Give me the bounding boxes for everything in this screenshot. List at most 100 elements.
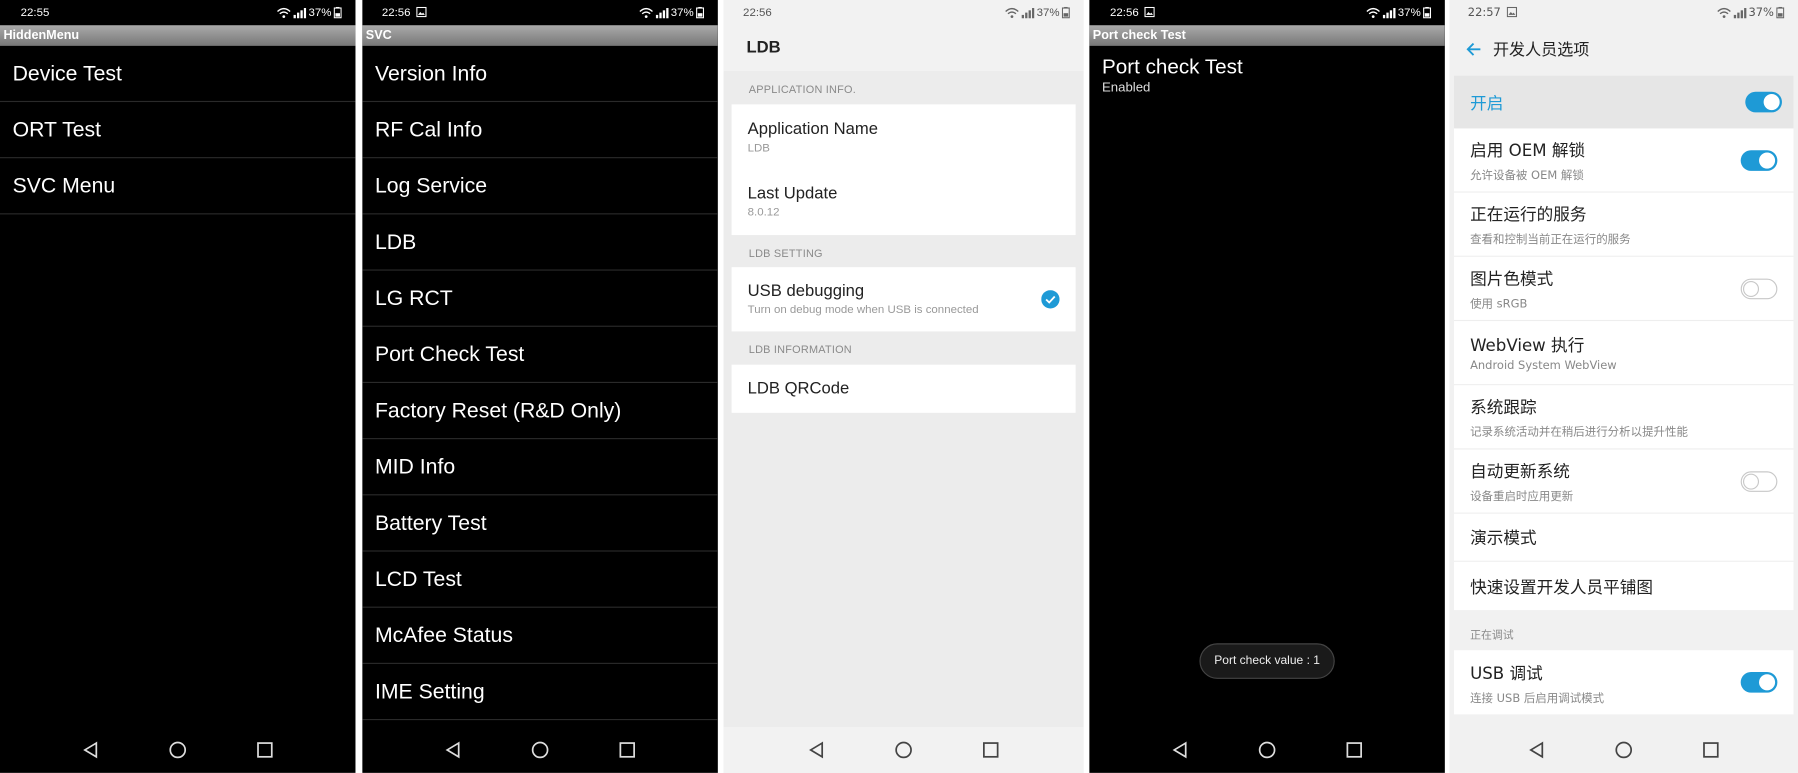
menu-item-mcafee-status[interactable]: McAfee Status — [362, 608, 718, 664]
usb-debugging-item[interactable]: USB 调试 连接 USB 后启用调试模式 — [1454, 650, 1794, 715]
home-icon[interactable] — [1258, 741, 1276, 759]
last-update-item[interactable]: Last Update 8.0.12 — [732, 170, 1076, 234]
system-tracing-title: 系统跟踪 — [1470, 399, 1537, 418]
title-bar: Port check Test — [1089, 25, 1445, 46]
menu-item-ime-setting[interactable]: IME Setting — [362, 664, 718, 721]
picture-color-mode-item[interactable]: 图片色模式 使用 sRGB — [1454, 256, 1794, 322]
auto-update-item[interactable]: 自动更新系统 设备重启时应用更新 — [1454, 449, 1794, 514]
menu-item-lcd-test[interactable]: LCD Test — [362, 552, 718, 608]
menu-item-ort-test[interactable]: ORT Test — [0, 102, 356, 159]
back-icon[interactable] — [1527, 741, 1545, 759]
menu-item-version-info[interactable]: Version Info — [362, 46, 718, 103]
menu-item-device-test[interactable]: Device Test — [0, 46, 356, 103]
menu-item-log-service[interactable]: Log Service — [362, 158, 718, 215]
system-tracing-item[interactable]: 系统跟踪 记录系统活动并在稍后进行分析以提升性能 — [1454, 385, 1794, 450]
usb-debugging-item[interactable]: USB debugging Turn on debug mode when US… — [732, 267, 1076, 331]
battery-level: 37% — [1748, 6, 1774, 19]
nav-bar — [1449, 727, 1798, 773]
signal-icon — [655, 8, 669, 19]
usb-debugging-label: USB debugging — [747, 282, 865, 301]
menu-item-battery-test[interactable]: Battery Test — [362, 495, 718, 552]
port-check-item[interactable]: Port check Test Enabled — [1089, 46, 1444, 101]
last-update-label: Last Update — [747, 184, 838, 203]
battery-icon — [696, 6, 705, 19]
menu-item-factory-reset[interactable]: Factory Reset (R&D Only) — [362, 383, 718, 440]
menu-item-lg-rct[interactable]: LG RCT — [362, 271, 718, 327]
screen-developer-options: 22:57 37% 开发人员选项 开启 启用 OEM 解锁允许设备被 OEM 解… — [1449, 0, 1798, 773]
master-toggle[interactable] — [1745, 91, 1782, 113]
image-icon — [1506, 6, 1517, 17]
image-icon — [1144, 6, 1155, 17]
title-bar: SVC — [362, 25, 718, 46]
home-icon[interactable] — [169, 741, 187, 759]
wifi-icon — [277, 7, 291, 19]
ldb-information-card: LDB QRCode — [731, 364, 1076, 413]
screen-hidden-menu: 22:55 37% HiddenMenu Device Test ORT Tes… — [0, 0, 356, 773]
quick-settings-tiles-item[interactable]: 快速设置开发人员平铺图 — [1454, 561, 1794, 611]
screen-port-check-test: 22:56 37% Port check Test Port check Tes… — [1089, 0, 1445, 773]
menu-item-port-check-test[interactable]: Port Check Test — [362, 327, 718, 383]
status-bar: 22:56 37% — [723, 0, 1084, 26]
oem-unlock-toggle[interactable] — [1740, 149, 1778, 171]
title-bar: HiddenMenu — [0, 25, 356, 46]
back-icon[interactable] — [81, 741, 99, 759]
status-time: 22:56 — [381, 6, 411, 19]
recents-icon[interactable] — [256, 741, 274, 759]
menu-item-mid-info[interactable]: MID Info — [362, 439, 718, 496]
page-title: LDB — [746, 38, 781, 58]
application-name-value: LDB — [747, 142, 770, 155]
oem-unlock-title: 启用 OEM 解锁 — [1470, 142, 1586, 161]
recents-icon[interactable] — [618, 741, 636, 759]
battery-icon — [333, 6, 342, 19]
running-services-item[interactable]: 正在运行的服务 查看和控制当前正在运行的服务 — [1454, 192, 1794, 257]
battery-level: 37% — [1036, 6, 1060, 19]
recents-icon[interactable] — [1345, 741, 1363, 759]
back-icon[interactable] — [444, 741, 462, 759]
application-name-item[interactable]: Application Name LDB — [732, 105, 1076, 169]
home-icon[interactable] — [1615, 741, 1633, 759]
home-icon[interactable] — [894, 741, 912, 759]
quick-settings-tiles-title: 快速设置开发人员平铺图 — [1470, 578, 1653, 597]
recents-icon[interactable] — [1702, 741, 1720, 759]
arrow-back-icon[interactable] — [1465, 41, 1481, 57]
auto-update-toggle[interactable] — [1740, 470, 1778, 492]
battery-icon — [1776, 6, 1785, 19]
demo-mode-title: 演示模式 — [1470, 529, 1537, 549]
status-bar: 22:56 37% — [362, 0, 717, 25]
webview-subtitle: Android System WebView — [1470, 360, 1617, 373]
port-check-title: Port check Test — [1101, 55, 1243, 78]
back-icon[interactable] — [807, 741, 825, 759]
usb-debugging-description: Turn on debug mode when USB is connected — [747, 303, 979, 317]
usb-debugging-title: USB 调试 — [1470, 664, 1543, 683]
section-header-ldb-setting: LDB SETTING — [748, 247, 823, 261]
back-icon[interactable] — [1171, 741, 1189, 759]
oem-unlock-item[interactable]: 启用 OEM 解锁允许设备被 OEM 解锁 — [1454, 128, 1794, 193]
menu-item-rf-cal-info[interactable]: RF Cal Info — [362, 102, 718, 159]
auto-update-title: 自动更新系统 — [1470, 463, 1570, 482]
recents-icon[interactable] — [982, 741, 1000, 759]
signal-icon — [1021, 8, 1035, 19]
check-icon[interactable] — [1041, 290, 1060, 309]
menu-item-svc-menu[interactable]: SVC Menu — [0, 158, 356, 215]
oem-unlock-subtitle: 允许设备被 OEM 解锁 — [1470, 169, 1584, 183]
webview-item[interactable]: WebView 执行 Android System WebView — [1454, 321, 1794, 386]
picture-color-mode-title: 图片色模式 — [1470, 270, 1554, 289]
nav-bar — [362, 727, 717, 773]
wifi-icon — [1366, 7, 1380, 19]
menu-item-ldb[interactable]: LDB — [362, 214, 718, 271]
master-toggle-row[interactable]: 开启 — [1454, 75, 1794, 129]
section-header-application-info: APPLICATION INFO. — [748, 83, 857, 97]
demo-mode-item[interactable]: 演示模式 — [1454, 513, 1794, 562]
home-icon[interactable] — [531, 741, 549, 759]
screen-svc: 22:56 37% SVC Version Info RF Cal Info L… — [362, 0, 718, 773]
status-time: 22:55 — [20, 6, 50, 19]
usb-debugging-toggle[interactable] — [1740, 671, 1778, 693]
application-name-label: Application Name — [747, 120, 878, 139]
picture-color-mode-toggle[interactable] — [1740, 278, 1778, 299]
signal-icon — [1382, 8, 1396, 19]
status-time: 22:57 — [1467, 6, 1501, 19]
ldb-setting-card: USB debugging Turn on debug mode when US… — [731, 267, 1076, 332]
ldb-qrcode-item[interactable]: LDB QRCode — [732, 365, 1076, 413]
battery-level: 37% — [670, 6, 694, 19]
app-bar: 开发人员选项 — [1449, 25, 1798, 73]
